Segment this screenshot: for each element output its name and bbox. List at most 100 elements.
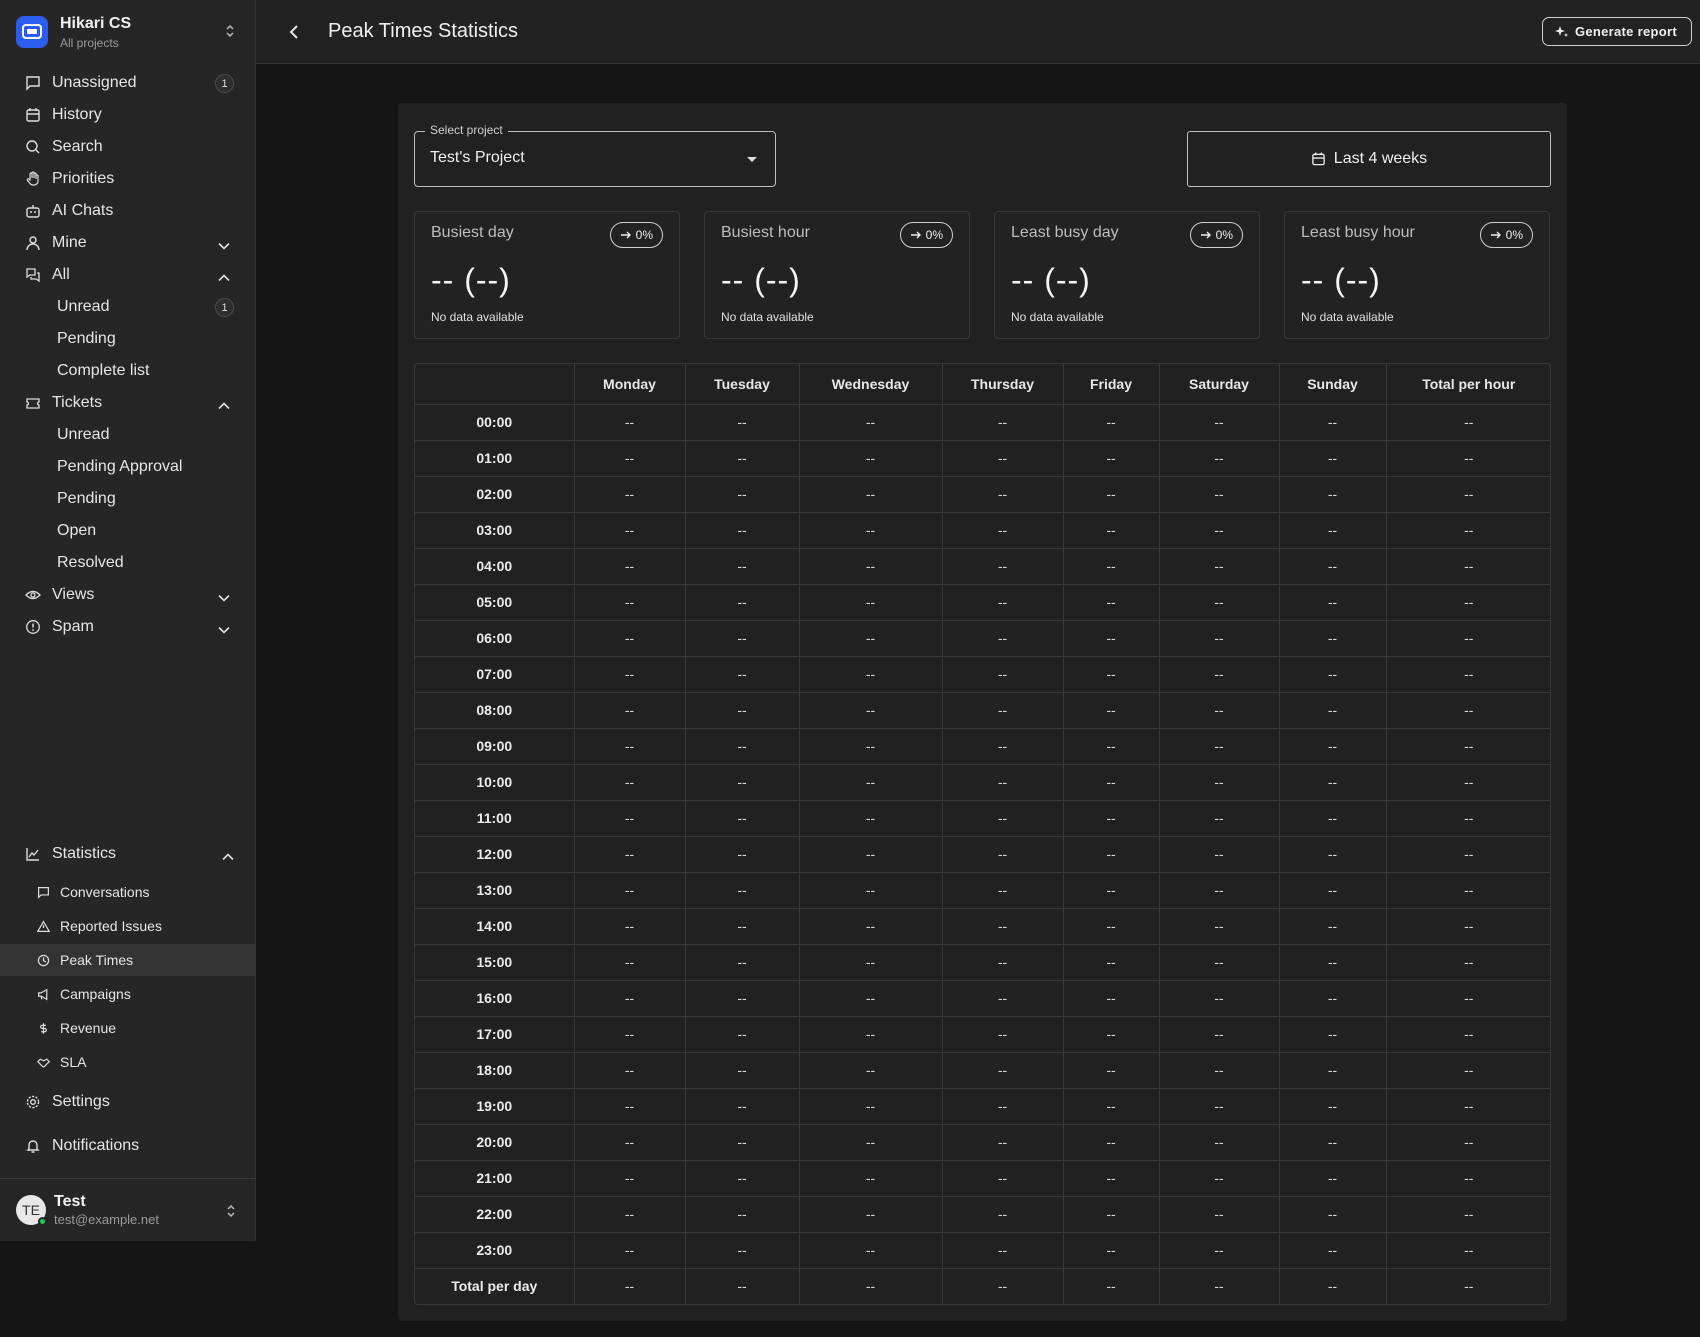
table-cell: --	[685, 584, 800, 621]
sidebar-item-tickets-unread[interactable]: Unread	[0, 419, 256, 451]
table-row: 17:00 -- -- -- -- -- -- -- --	[415, 1016, 1550, 1053]
sidebar-item-priorities[interactable]: Priorities	[0, 163, 256, 195]
generate-report-button[interactable]: Generate report	[1541, 17, 1692, 46]
table-cell: --	[799, 836, 943, 873]
table-cell: --	[942, 620, 1064, 657]
unread-count-badge: 1	[215, 298, 234, 317]
total-cell: --	[1279, 1267, 1387, 1304]
table-cell: --	[1063, 620, 1160, 657]
table-cell: --	[942, 548, 1064, 585]
project-select[interactable]: Select project Test's Project	[414, 123, 776, 187]
table-cell: --	[1063, 1160, 1160, 1197]
sparkles-icon	[1554, 25, 1569, 39]
sidebar-item-label: Unread	[57, 426, 110, 443]
warning-triangle-icon	[36, 919, 50, 933]
project-switcher[interactable]: Hikari CS All projects	[0, 0, 255, 64]
sidebar-item-mine[interactable]: Mine	[0, 227, 256, 259]
avatar: TE	[16, 1195, 47, 1226]
table-cell: --	[799, 512, 943, 549]
user-menu[interactable]: TE Test test@example.net	[0, 1178, 256, 1241]
sidebar-item-campaigns[interactable]: Campaigns	[0, 978, 256, 1010]
table-cell: --	[1159, 1124, 1280, 1161]
chevron-down-icon[interactable]	[218, 621, 230, 639]
table-cell: --	[685, 1160, 800, 1197]
date-range-button[interactable]: Last 4 weeks	[1187, 131, 1551, 187]
table-cell: --	[799, 1160, 943, 1197]
hour-cell: 20:00	[415, 1124, 575, 1161]
table-cell: --	[574, 1052, 686, 1089]
chevron-up-icon[interactable]	[222, 848, 234, 866]
table-cell: --	[1159, 1052, 1280, 1089]
table-cell: --	[1386, 1088, 1550, 1125]
column-header: Tuesday	[685, 364, 800, 405]
table-cell: --	[1159, 1088, 1280, 1125]
bot-icon	[24, 202, 42, 220]
table-cell: --	[942, 1016, 1064, 1053]
sidebar-item-label: Pending	[57, 330, 116, 347]
table-cell: --	[942, 764, 1064, 801]
sidebar-item-all-pending[interactable]: Pending	[0, 323, 256, 355]
table-row: 00:00 -- -- -- -- -- -- -- --	[415, 404, 1550, 441]
table-cell: --	[1063, 548, 1160, 585]
sidebar-item-label: Mine	[52, 234, 87, 251]
sidebar-item-conversations[interactable]: Conversations	[0, 876, 256, 908]
chevron-up-icon[interactable]	[218, 269, 230, 287]
table-cell: --	[799, 404, 943, 441]
table-cell: --	[574, 800, 686, 837]
table-cell: --	[1159, 512, 1280, 549]
sidebar-item-tickets[interactable]: Tickets	[0, 387, 256, 419]
total-cell: --	[942, 1267, 1064, 1304]
table-cell: --	[685, 980, 800, 1017]
table-cell: --	[1063, 872, 1160, 909]
column-header: Wednesday	[799, 364, 943, 405]
sidebar-item-spam[interactable]: Spam	[0, 611, 256, 643]
table-cell: --	[574, 692, 686, 729]
sidebar-item-ai-chats[interactable]: AI Chats	[0, 195, 256, 227]
sidebar-item-revenue[interactable]: Revenue	[0, 1012, 256, 1044]
handshake-icon	[36, 1055, 50, 1069]
table-cell: --	[1063, 944, 1160, 981]
sidebar-item-complete-list[interactable]: Complete list	[0, 355, 256, 387]
sidebar-item-notifications[interactable]: Notifications	[0, 1130, 256, 1162]
sidebar-item-statistics[interactable]: Statistics	[0, 838, 256, 870]
back-chevron-icon[interactable]	[282, 20, 306, 44]
table-cell: --	[1159, 584, 1280, 621]
table-cell: --	[942, 1052, 1064, 1089]
table-cell: --	[1063, 1124, 1160, 1161]
table-cell: --	[574, 1088, 686, 1125]
sidebar-item-tickets-pending[interactable]: Pending	[0, 483, 256, 515]
hour-cell: 23:00	[415, 1232, 575, 1269]
sidebar-item-search[interactable]: Search	[0, 131, 256, 163]
sidebar-item-label: Campaigns	[60, 986, 131, 1002]
table-row: 12:00 -- -- -- -- -- -- -- --	[415, 836, 1550, 873]
table-cell: --	[1386, 872, 1550, 909]
chevron-up-icon[interactable]	[218, 397, 230, 415]
table-cell: --	[1386, 1124, 1550, 1161]
chevron-down-icon[interactable]	[218, 589, 230, 607]
table-cell: --	[1279, 1196, 1387, 1233]
sidebar-item-history[interactable]: History	[0, 99, 256, 131]
table-cell: --	[574, 1124, 686, 1161]
chevron-down-icon[interactable]	[218, 237, 230, 255]
table-cell: --	[574, 1016, 686, 1053]
sidebar-item-unassigned[interactable]: Unassigned 1	[0, 67, 256, 99]
sidebar-item-label: Statistics	[52, 845, 117, 862]
sidebar-item-all-unread[interactable]: Unread 1	[0, 291, 256, 323]
sidebar-item-views[interactable]: Views	[0, 579, 256, 611]
sidebar-item-open[interactable]: Open	[0, 515, 256, 547]
table-cell: --	[799, 764, 943, 801]
sidebar-item-reported-issues[interactable]: Reported Issues	[0, 910, 256, 942]
sidebar-item-resolved[interactable]: Resolved	[0, 547, 256, 579]
table-cell: --	[1386, 1052, 1550, 1089]
sidebar-item-sla[interactable]: SLA	[0, 1046, 256, 1078]
card-value: -- (--)	[431, 262, 511, 298]
table-cell: --	[799, 1016, 943, 1053]
column-header: Monday	[574, 364, 686, 405]
sidebar-item-peak-times[interactable]: Peak Times	[0, 944, 256, 976]
hour-cell: 22:00	[415, 1196, 575, 1233]
sidebar-item-pending-approval[interactable]: Pending Approval	[0, 451, 256, 483]
sidebar-item-all[interactable]: All	[0, 259, 256, 291]
sidebar-item-settings[interactable]: Settings	[0, 1086, 256, 1118]
table-cell: --	[942, 440, 1064, 477]
table-cell: --	[1063, 908, 1160, 945]
